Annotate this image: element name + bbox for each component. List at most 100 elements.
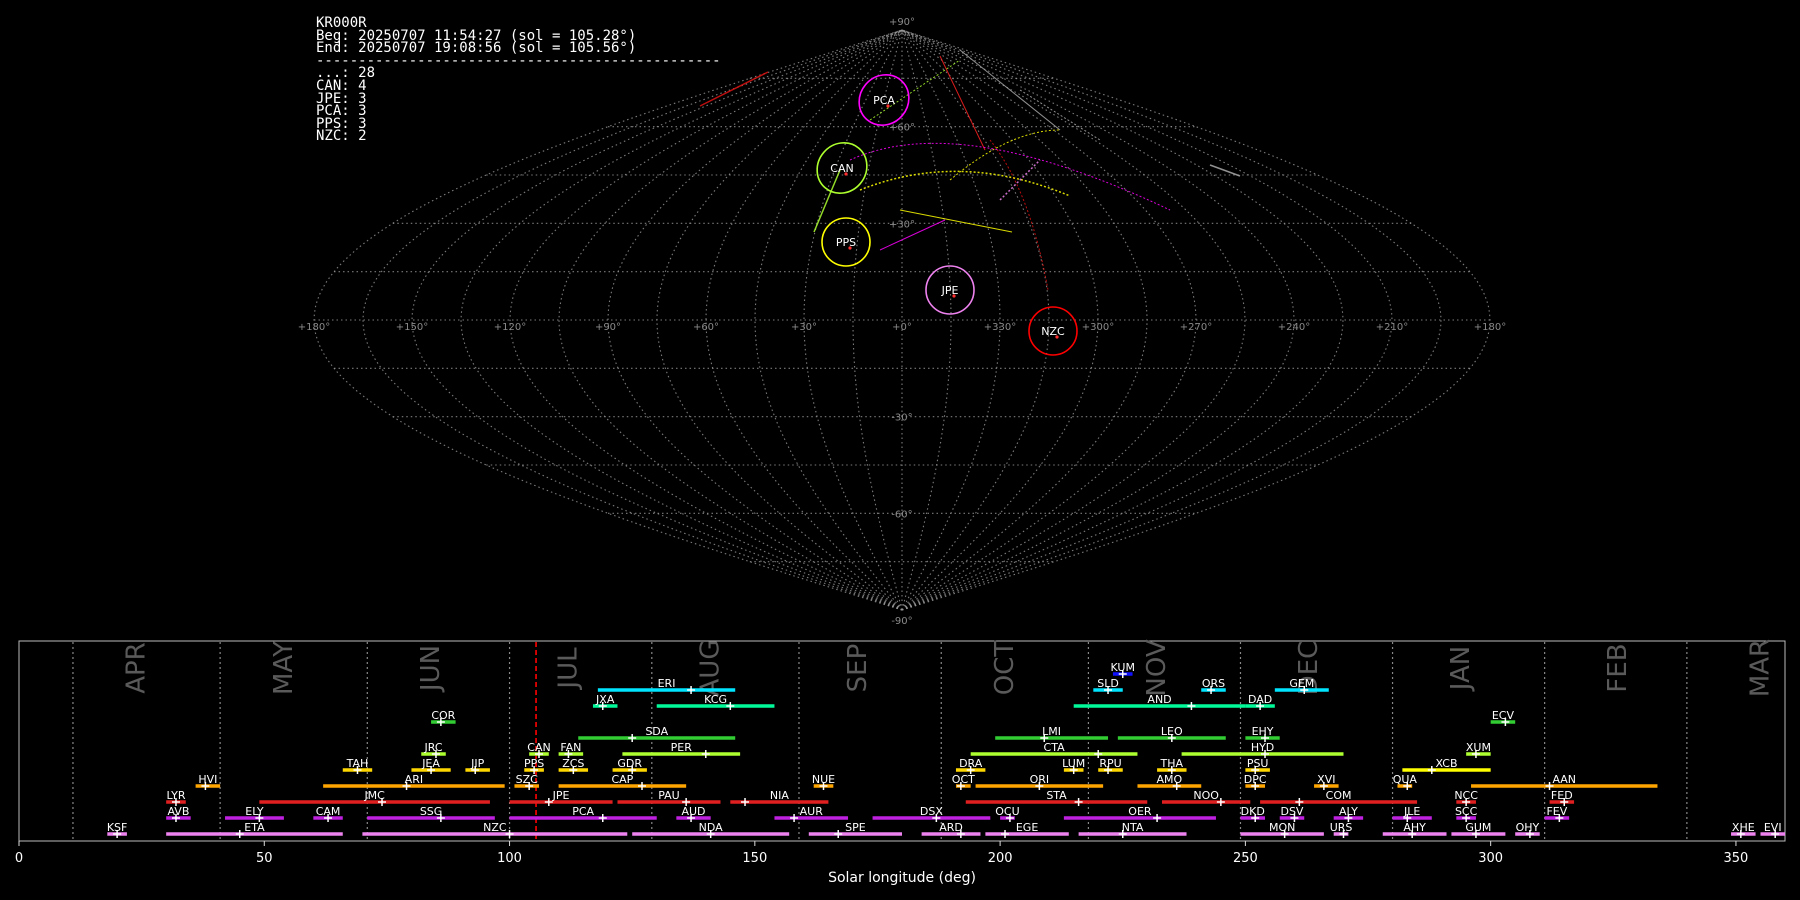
shower-label-hyd: HYD (1251, 741, 1274, 754)
shower-label-ahy: AHY (1403, 821, 1426, 834)
shower-label-tha: THA (1160, 757, 1184, 770)
shower-label-aan: AAN (1552, 773, 1576, 786)
shower-label-nta: NTA (1122, 821, 1144, 834)
shower-label-jle: JLE (1403, 805, 1420, 818)
shower-label-dsx: DSX (920, 805, 943, 818)
shower-label-lyr: LYR (166, 789, 185, 802)
shower-label-sta: STA (1046, 789, 1067, 802)
month-label: AUG (696, 640, 726, 697)
x-tick-label: 350 (1724, 851, 1749, 866)
shower-label-nda: NDA (699, 821, 724, 834)
shower-label-ori: ORI (1030, 773, 1050, 786)
shower-label-ari: ARI (405, 773, 423, 786)
shower-label-jpe: JPE (552, 789, 570, 802)
shower-label-leo: LEO (1161, 725, 1183, 738)
x-axis: 0 50 100 150 200 250 300 350 (15, 841, 1748, 866)
shower-label-xhe: XHE (1732, 821, 1755, 834)
month-label: MAR (1745, 639, 1775, 697)
shower-label-oct: OCT (952, 773, 975, 786)
month-label: FEB (1603, 643, 1633, 692)
shower-label-nue: NUE (812, 773, 835, 786)
shower-label-fed: FED (1551, 789, 1573, 802)
shower-label-kcg: KCG (704, 693, 727, 706)
shower-label-psu: PSU (1247, 757, 1269, 770)
shower-label-amo: AMO (1157, 773, 1183, 786)
shower-bars: KSF ETA NZC NDA SPE ARD EGE NTA MON URS AHY GUM OHY X… (107, 661, 1785, 838)
shower-label-zcs: ZCS (562, 757, 584, 770)
shower-label-jxa: JXA (595, 693, 615, 706)
shower-label-ors: ORS (1202, 677, 1225, 690)
shower-label-ely: ELY (245, 805, 264, 818)
shower-label-nzc: NZC (483, 821, 507, 834)
shower-label-aud: AUD (681, 805, 705, 818)
shower-label-lum: LUM (1062, 757, 1085, 770)
shower-label-pps: PPS (524, 757, 544, 770)
shower-label-dsv: DSV (1280, 805, 1303, 818)
shower-label-gem: GEM (1289, 677, 1314, 690)
x-axis-label: Solar longitude (deg) (828, 870, 976, 886)
shower-label-ecv: ECV (1492, 709, 1515, 722)
shower-label-can: CAN (527, 741, 550, 754)
shower-label-cor: COR (431, 709, 455, 722)
x-tick-label: 50 (256, 851, 273, 866)
shower-label-com: COM (1326, 789, 1352, 802)
shower-label-aur: AUR (800, 805, 824, 818)
shower-label-avb: AVB (167, 805, 189, 818)
shower-label-dra: DRA (959, 757, 983, 770)
shower-label-spe: SPE (845, 821, 866, 834)
month-label: NOV (1142, 639, 1172, 696)
shower-label-pca: PCA (572, 805, 594, 818)
shower-label-fev: FEV (1546, 805, 1567, 818)
shower-label-hvi: HVI (198, 773, 217, 786)
shower-label-qua: QUA (1393, 773, 1418, 786)
shower-label-ehy: EHY (1252, 725, 1274, 738)
shower-label-ocu: OCU (995, 805, 1019, 818)
x-tick-label: 100 (497, 851, 522, 866)
shower-label-pau: PAU (658, 789, 680, 802)
month-label: JUL (553, 647, 583, 691)
shower-label-per: PER (671, 741, 693, 754)
shower-label-tah: TAH (346, 757, 369, 770)
shower-label-sda: SDA (645, 725, 668, 738)
shower-label-jea: JEA (421, 757, 440, 770)
x-tick-label: 250 (1233, 851, 1258, 866)
x-tick-label: 300 (1478, 851, 1503, 866)
shower-label-szc: SZC (516, 773, 539, 786)
shower-label-xvi: XVI (1317, 773, 1335, 786)
shower-label-lmi: LMI (1042, 725, 1061, 738)
shower-label-rpu: RPU (1099, 757, 1121, 770)
x-tick-label: 200 (988, 851, 1013, 866)
shower-label-kum: KUM (1111, 661, 1135, 674)
shower-label-nia: NIA (770, 789, 789, 802)
shower-label-dad: DAD (1248, 693, 1272, 706)
shower-label-eta: ETA (244, 821, 265, 834)
shower-label-urs: URS (1330, 821, 1353, 834)
shower-label-cam: CAM (316, 805, 341, 818)
month-label: SEP (843, 644, 873, 693)
shower-label-jmc: JMC (363, 789, 385, 802)
shower-label-ncc: NCC (1454, 789, 1478, 802)
shower-label-oer: OER (1128, 805, 1152, 818)
shower-label-ohy: OHY (1516, 821, 1540, 834)
shower-label-ard: ARD (939, 821, 963, 834)
shower-label-eri: ERI (658, 677, 676, 690)
shower-label-evi: EVI (1764, 821, 1782, 834)
shower-label-gdr: GDR (617, 757, 642, 770)
shower-label-mon: MON (1269, 821, 1295, 834)
shower-label-ssg: SSG (420, 805, 443, 818)
shower-label-xcb: XCB (1436, 757, 1458, 770)
month-label: JAN (1446, 646, 1476, 692)
month-label: JUN (416, 645, 446, 693)
shower-label-sld: SLD (1097, 677, 1119, 690)
month-label: APR (122, 642, 152, 694)
shower-label-jrc: JRC (424, 741, 443, 754)
shower-label-noo: NOO (1193, 789, 1219, 802)
shower-label-aly: ALY (1339, 805, 1358, 818)
shower-timeline-chart: APR MAY JUN JUL AUG SEP OCT NOV DEC JAN FEB MAR KSF… (15, 639, 1786, 886)
shower-label-ksf: KSF (107, 821, 128, 834)
shower-label-fan: FAN (560, 741, 581, 754)
x-tick-label: 0 (15, 851, 23, 866)
shower-label-jip: JIP (470, 757, 484, 770)
shower-label-cap: CAP (611, 773, 633, 786)
shower-label-dpc: DPC (1244, 773, 1267, 786)
